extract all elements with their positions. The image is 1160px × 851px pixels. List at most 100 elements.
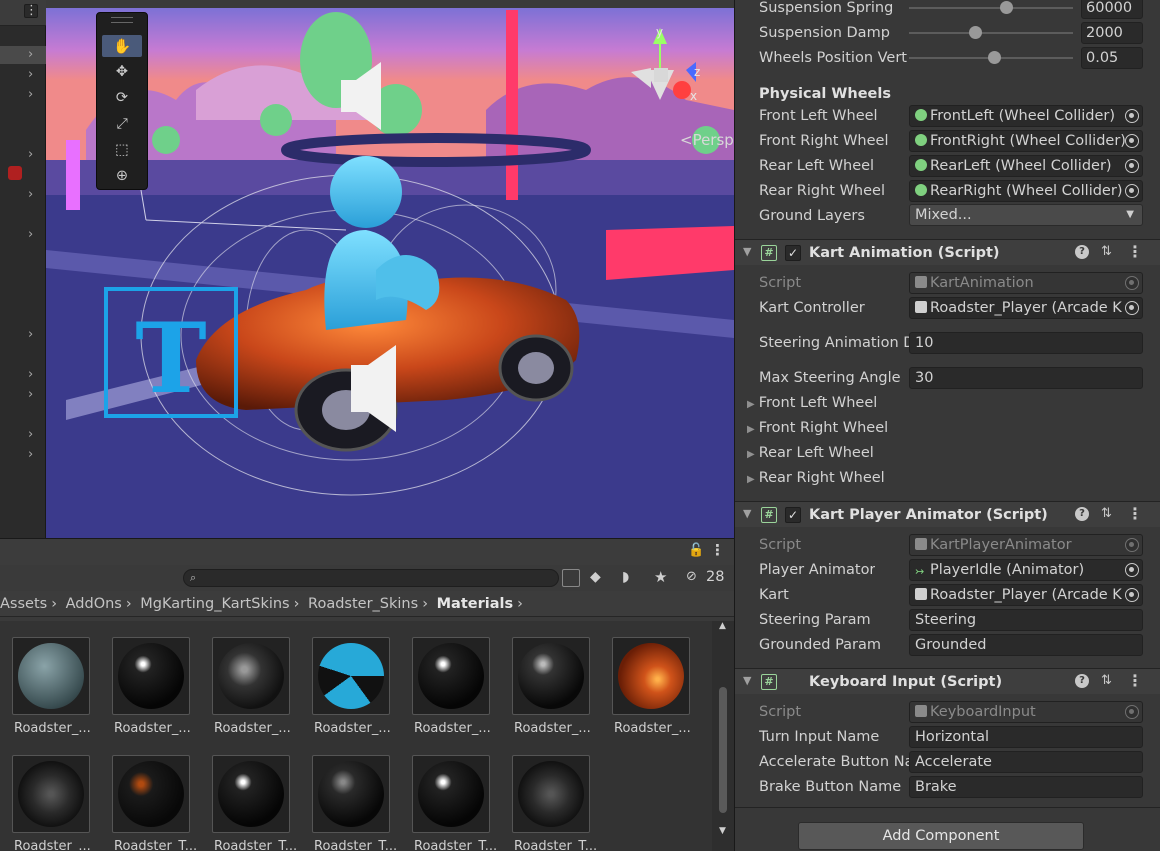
object-picker-icon[interactable] — [1125, 184, 1139, 198]
scrollbar-thumb[interactable] — [719, 687, 727, 813]
suspension-spring-field[interactable]: 60000 — [1081, 0, 1143, 19]
kart-player-animator-header[interactable]: ▼ # ✓ Kart Player Animator (Script) ? ⇅ … — [735, 501, 1160, 527]
breadcrumb-roadster-skins[interactable]: Roadster_Skins — [308, 596, 418, 612]
foldout-arrow-icon[interactable]: ▼ — [743, 507, 751, 520]
preset-icon[interactable]: ⇅ — [1101, 244, 1112, 259]
rect-tool-button[interactable]: ⬚ — [102, 139, 142, 161]
foldout-arrow-icon[interactable]: ▼ — [743, 674, 751, 687]
chevron-right-icon[interactable]: › — [28, 88, 40, 101]
object-picker-icon[interactable] — [1125, 159, 1139, 173]
rear-right-wheel-field[interactable]: RearRight (Wheel Collider) — [909, 180, 1143, 202]
accelerate-button-field[interactable]: Accelerate — [909, 751, 1143, 773]
scene-search-icon[interactable] — [562, 569, 580, 587]
front-left-wheel-field[interactable]: FrontLeft (Wheel Collider) — [909, 105, 1143, 127]
turn-input-name-field[interactable]: Horizontal — [909, 726, 1143, 748]
chevron-right-icon[interactable]: › — [28, 48, 40, 61]
scroll-up-icon[interactable]: ▲ — [719, 621, 726, 631]
drag-handle[interactable] — [111, 17, 133, 23]
breadcrumb-mgkarting[interactable]: MgKarting_KartSkins — [140, 596, 289, 612]
more-icon[interactable]: ⋮ — [1127, 242, 1143, 261]
enabled-checkbox[interactable]: ✓ — [785, 507, 801, 523]
ground-layers-dropdown[interactable]: Mixed... ▼ — [909, 204, 1143, 226]
front-right-wheel-field[interactable]: FrontRight (Wheel Collider) — [909, 130, 1143, 152]
player-animator-field[interactable]: ↣ PlayerIdle (Animator) — [909, 559, 1143, 581]
persp-label[interactable]: <Persp — [680, 131, 734, 149]
enabled-checkbox[interactable]: ✓ — [785, 245, 801, 261]
object-picker-icon[interactable] — [1125, 134, 1139, 148]
brake-button-field[interactable]: Brake — [909, 776, 1143, 798]
help-icon[interactable]: ? — [1075, 674, 1089, 688]
hidden-packages-icon[interactable]: ⊘ — [686, 569, 697, 584]
material-item[interactable]: Roadster_... — [12, 637, 96, 747]
preset-icon[interactable]: ⇅ — [1101, 673, 1112, 688]
suspension-damp-slider[interactable] — [909, 22, 1073, 44]
steering-animation-field[interactable]: 10 — [909, 332, 1143, 354]
breadcrumb-addons[interactable]: AddOns — [66, 596, 122, 612]
lock-icon[interactable]: 🔓 — [688, 543, 704, 558]
foldout-rear-left-wheel[interactable]: ▶ Rear Left Wheel — [747, 442, 874, 464]
foldout-front-right-wheel[interactable]: ▶ Front Right Wheel — [747, 417, 888, 439]
kart-field[interactable]: Roadster_Player (Arcade K — [909, 584, 1143, 606]
suspension-damp-field[interactable]: 2000 — [1081, 22, 1143, 44]
preset-icon[interactable]: ⇅ — [1101, 506, 1112, 521]
chevron-right-icon[interactable]: › — [28, 428, 40, 441]
breadcrumb-assets[interactable]: Assets — [0, 596, 47, 612]
object-picker-icon[interactable] — [1125, 588, 1139, 602]
rear-left-wheel-field[interactable]: RearLeft (Wheel Collider) — [909, 155, 1143, 177]
object-picker-icon[interactable] — [1125, 109, 1139, 123]
asset-scrollbar[interactable]: ▲ ▼ — [712, 621, 734, 851]
material-item[interactable]: Roadster_T... — [212, 755, 297, 851]
scene-view[interactable]: T y z x <Persp ✋ ✥ ⟳ ⤢ ⬚ ⊕ — [46, 0, 734, 538]
scale-tool-button[interactable]: ⤢ — [102, 113, 142, 135]
help-icon[interactable]: ? — [1075, 507, 1089, 521]
chevron-right-icon[interactable]: › — [28, 368, 40, 381]
material-item[interactable]: Roadster_... — [612, 637, 696, 747]
chevron-right-icon[interactable]: › — [28, 188, 40, 201]
keyboard-input-header[interactable]: ▼ # Keyboard Input (Script) ? ⇅ ⋮ — [735, 668, 1160, 694]
object-picker-icon[interactable] — [1125, 301, 1139, 315]
steering-param-field[interactable]: Steering — [909, 609, 1143, 631]
filter-type-icon[interactable]: ◆ — [590, 569, 601, 585]
chevron-right-icon[interactable]: › — [28, 328, 40, 341]
move-tool-button[interactable]: ✥ — [102, 61, 142, 83]
hand-tool-button[interactable]: ✋ — [102, 35, 142, 57]
wheels-pos-vert-slider[interactable] — [909, 47, 1073, 69]
kart-animation-header[interactable]: ▼ # ✓ Kart Animation (Script) ? ⇅ ⋮ — [735, 239, 1160, 265]
more-icon[interactable]: ⋮ — [710, 541, 725, 559]
search-input[interactable]: ⌕ — [183, 569, 559, 587]
chevron-right-icon[interactable]: › — [28, 388, 40, 401]
foldout-front-left-wheel[interactable]: ▶ Front Left Wheel — [747, 392, 877, 414]
material-item[interactable]: Roadster_T... — [512, 755, 597, 851]
material-item[interactable]: Roadster_... — [12, 755, 96, 851]
object-picker-icon[interactable] — [1125, 563, 1139, 577]
wheels-pos-vert-field[interactable]: 0.05 — [1081, 47, 1143, 69]
help-icon[interactable]: ? — [1075, 245, 1089, 259]
suspension-spring-slider[interactable] — [909, 0, 1073, 19]
material-item[interactable]: Roadster_... — [312, 637, 396, 747]
favorite-icon[interactable]: ★ — [654, 568, 667, 586]
material-item[interactable]: Roadster_T... — [412, 755, 497, 851]
material-item[interactable]: Roadster_T... — [312, 755, 397, 851]
chevron-right-icon[interactable]: › — [28, 148, 40, 161]
material-item[interactable]: Roadster_... — [212, 637, 296, 747]
foldout-rear-right-wheel[interactable]: ▶ Rear Right Wheel — [747, 467, 885, 489]
grounded-param-field[interactable]: Grounded — [909, 634, 1143, 656]
material-item[interactable]: Roadster_... — [412, 637, 496, 747]
material-item[interactable]: Roadster_T... — [112, 755, 197, 851]
material-item[interactable]: Roadster_... — [512, 637, 596, 747]
foldout-arrow-icon[interactable]: ▼ — [743, 245, 751, 258]
chevron-right-icon[interactable]: › — [28, 448, 40, 461]
chevron-right-icon[interactable]: › — [28, 228, 40, 241]
label-icon[interactable]: ◗ — [622, 569, 629, 585]
rotate-tool-button[interactable]: ⟳ — [102, 87, 142, 109]
max-steering-angle-field[interactable]: 30 — [909, 367, 1143, 389]
more-icon[interactable]: ⋮ — [24, 4, 38, 18]
breadcrumb-materials[interactable]: Materials — [437, 596, 514, 612]
more-icon[interactable]: ⋮ — [1127, 504, 1143, 523]
chevron-right-icon[interactable]: › — [28, 68, 40, 81]
scroll-down-icon[interactable]: ▼ — [719, 826, 726, 836]
more-icon[interactable]: ⋮ — [1127, 671, 1143, 690]
transform-tool-button[interactable]: ⊕ — [102, 165, 142, 187]
add-component-button[interactable]: Add Component — [798, 822, 1084, 850]
material-item[interactable]: Roadster_... — [112, 637, 196, 747]
